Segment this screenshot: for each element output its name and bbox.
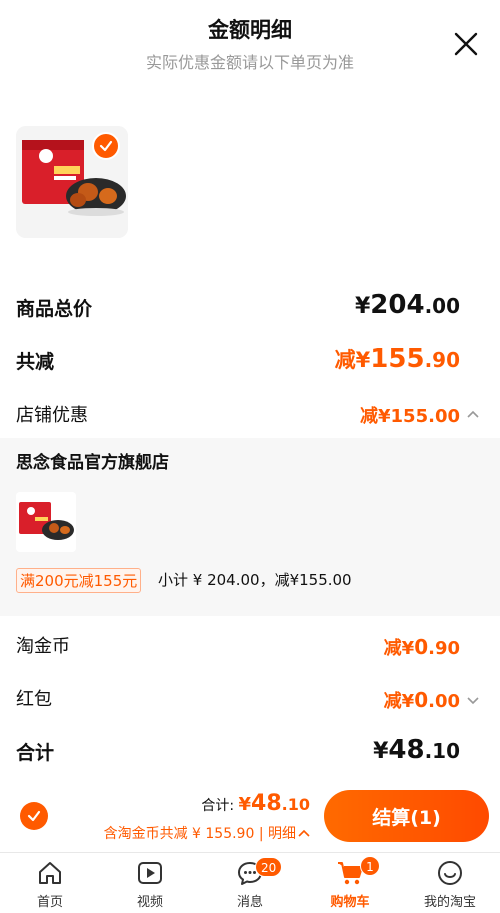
- video-icon: [138, 862, 162, 884]
- product-image: [16, 492, 76, 552]
- tab-mine[interactable]: 我的淘宝: [400, 853, 500, 913]
- tab-messages[interactable]: 20 消息: [200, 853, 300, 913]
- tab-video[interactable]: 视频: [100, 853, 200, 913]
- checkout-button[interactable]: 结算(1): [324, 790, 489, 842]
- checkout-total: 合计: ¥48.10: [201, 791, 310, 816]
- shop-name[interactable]: 思念食品官方旗舰店: [16, 448, 169, 473]
- tab-home[interactable]: 首页: [0, 853, 100, 913]
- tab-mine-label: 我的淘宝: [423, 895, 476, 910]
- sum-label: 合计: [16, 742, 55, 764]
- tab-video-label: 视频: [136, 895, 163, 910]
- tab-messages-label: 消息: [236, 895, 263, 910]
- chevron-down-icon[interactable]: [466, 692, 480, 711]
- sum-value: ¥48.10: [373, 735, 460, 765]
- cart-badge: 1: [360, 856, 380, 876]
- tab-bar: 首页 视频 20 消息 1 购物车 我的淘宝: [0, 852, 500, 912]
- coin-discount-value: 减¥0.90: [383, 635, 460, 659]
- checkout-discount-detail[interactable]: 含淘金币共减 ¥ 155.90 | 明细: [104, 823, 310, 843]
- total-price-label: 商品总价: [16, 298, 93, 320]
- tab-cart[interactable]: 1 购物车: [300, 853, 400, 913]
- store-discount-label: 店铺优惠: [16, 405, 88, 426]
- store-item-thumbnail[interactable]: [16, 492, 76, 552]
- coin-label: 淘金币: [16, 636, 70, 657]
- chevron-up-icon[interactable]: [466, 406, 480, 425]
- select-all-check-icon[interactable]: [20, 802, 48, 830]
- tab-cart-label: 购物车: [330, 895, 370, 910]
- page-title: 金额明细: [208, 18, 292, 42]
- home-icon: [39, 862, 61, 884]
- store-discount-value[interactable]: 减¥155.00: [360, 402, 460, 428]
- red-packet-label: 红包: [16, 689, 52, 710]
- tab-home-label: 首页: [36, 895, 63, 910]
- promo-tag: 满200元减155元: [16, 568, 142, 593]
- chevron-up-icon: [298, 829, 310, 837]
- page-subtitle: 实际优惠金额请以下单页为准: [145, 53, 354, 72]
- close-icon[interactable]: [452, 30, 480, 58]
- messages-badge: 20: [255, 857, 283, 877]
- smile-face-icon: [438, 861, 462, 885]
- product-selected-check-icon[interactable]: [92, 132, 120, 160]
- total-reduce-label: 共减: [16, 351, 55, 373]
- store-subtotal: 小计 ¥ 204.00，减¥155.00: [158, 571, 352, 589]
- total-reduce-value: 减¥155.90: [334, 344, 460, 374]
- red-packet-value[interactable]: 减¥0.00: [384, 687, 460, 713]
- total-price-value: ¥204.00: [354, 290, 460, 320]
